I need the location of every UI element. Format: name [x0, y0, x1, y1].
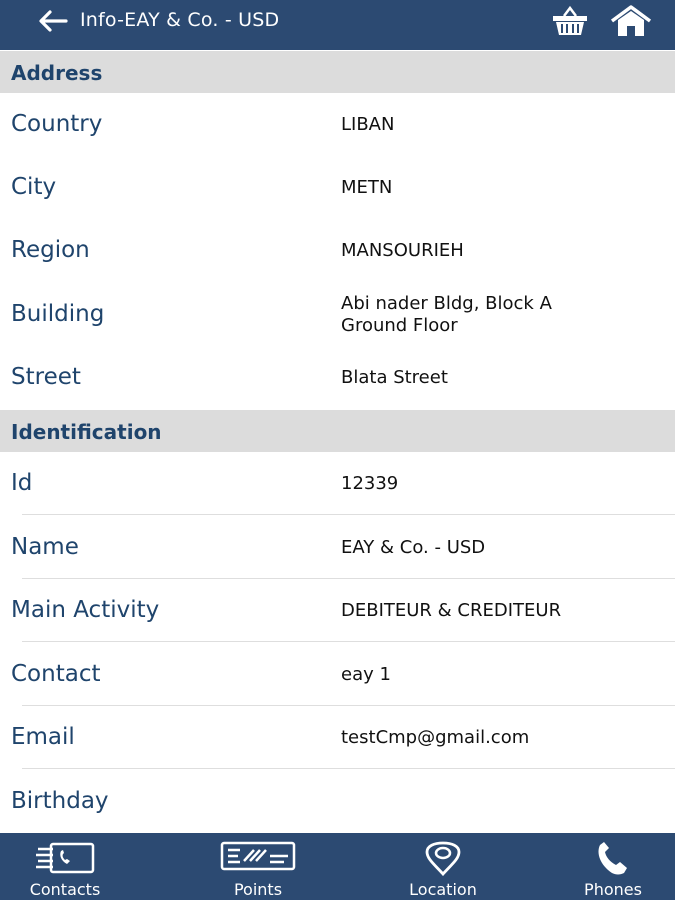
field-label: Region	[11, 237, 90, 263]
field-value: METN	[341, 177, 393, 198]
field-value: LIBAN	[341, 114, 395, 135]
field-value: eay 1	[341, 664, 391, 685]
row-divider	[22, 768, 675, 769]
field-label: Birthday	[11, 788, 109, 814]
contacts-icon	[36, 842, 95, 874]
row-birthday: Birthday	[0, 770, 675, 833]
row-main-activity: Main Activity DEBITEUR & CREDITEUR	[0, 579, 675, 642]
field-label: Email	[11, 724, 75, 750]
tab-label: Location	[409, 880, 477, 899]
tab-points[interactable]: Points	[198, 833, 318, 900]
tab-phones[interactable]: Phones	[553, 833, 673, 900]
field-label: Contact	[11, 661, 101, 687]
row-divider	[22, 514, 675, 515]
tab-label: Phones	[584, 880, 642, 899]
field-label: Country	[11, 111, 103, 137]
field-value: 12339	[341, 473, 399, 494]
field-value: Blata Street	[341, 367, 448, 388]
row-name: Name EAY & Co. - USD	[0, 516, 675, 579]
top-bar: Info-EAY & Co. - USD	[0, 0, 675, 50]
row-id: Id 12339	[0, 452, 675, 515]
row-country: Country LIBAN	[0, 93, 675, 156]
field-label: Main Activity	[11, 597, 160, 623]
section-header-identification: Identification	[0, 410, 675, 452]
row-contact: Contact eay 1	[0, 643, 675, 706]
field-label: Name	[11, 534, 79, 560]
field-value: DEBITEUR & CREDITEUR	[341, 600, 562, 621]
page-title: Info-EAY & Co. - USD	[80, 9, 280, 31]
tab-location[interactable]: Location	[383, 833, 503, 900]
field-value: EAY & Co. - USD	[341, 537, 486, 558]
section-title: Address	[11, 61, 103, 85]
row-building: Building Abi nader Bldg, Block A Ground …	[0, 282, 675, 345]
field-label: Id	[11, 470, 33, 496]
field-value: MANSOURIEH	[341, 240, 464, 261]
tab-label: Points	[233, 880, 283, 899]
row-city: City METN	[0, 156, 675, 219]
field-label: Street	[11, 364, 81, 390]
field-label: Building	[11, 301, 105, 327]
field-value-line2: Ground Floor	[341, 315, 458, 336]
section-header-address: Address	[0, 51, 675, 93]
row-region: Region MANSOURIEH	[0, 219, 675, 282]
location-pin-icon	[425, 841, 461, 877]
phone-icon	[598, 842, 627, 875]
field-label: City	[11, 174, 57, 200]
field-value-line1: Abi nader Bldg, Block A	[341, 293, 552, 314]
row-street: Street Blata Street	[0, 346, 675, 409]
tab-contacts[interactable]: Contacts	[5, 833, 125, 900]
row-divider	[22, 641, 675, 642]
field-value: testCmp@gmail.com	[341, 727, 530, 748]
home-icon[interactable]	[610, 4, 652, 38]
back-arrow-icon[interactable]	[36, 8, 70, 34]
bottom-tab-bar: Contacts Points Location Phones	[0, 833, 675, 900]
basket-icon[interactable]	[551, 5, 589, 37]
section-title: Identification	[11, 420, 162, 444]
tab-label: Contacts	[29, 880, 101, 899]
points-card-icon	[220, 841, 296, 871]
row-email: Email testCmp@gmail.com	[0, 706, 675, 769]
